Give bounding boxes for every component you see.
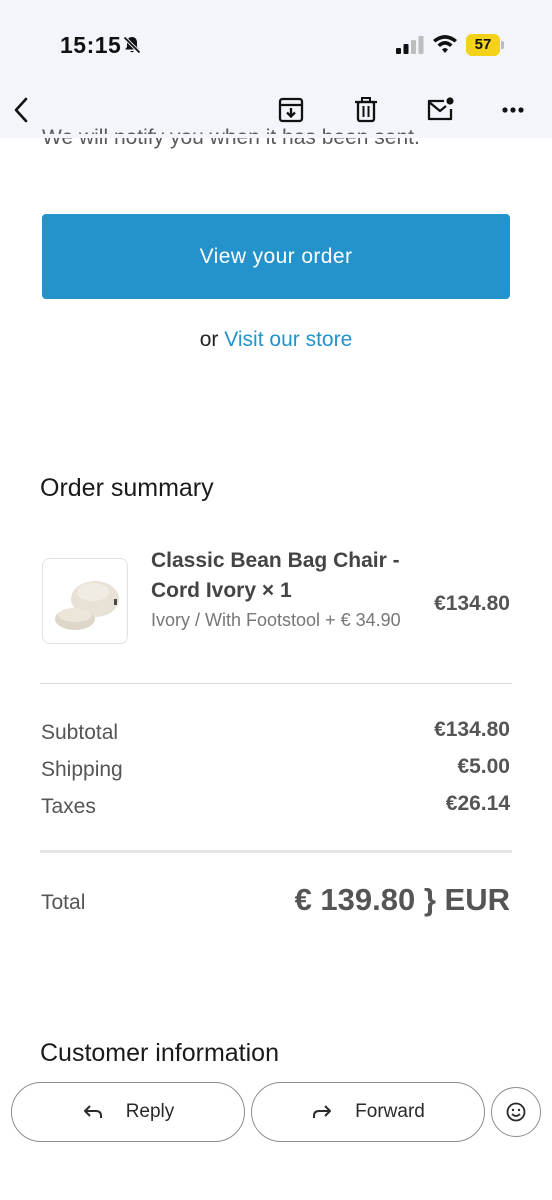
customer-information-title: Customer information	[40, 1039, 279, 1067]
status-time: 15:15	[60, 32, 122, 58]
shipping-value: €5.00	[457, 755, 510, 778]
emoji-reaction-button[interactable]	[491, 1087, 541, 1137]
visit-store-link[interactable]: Visit our store	[224, 328, 352, 351]
reply-button[interactable]: Reply	[11, 1082, 245, 1142]
forward-label: Forward	[355, 1101, 425, 1122]
more-button[interactable]	[493, 90, 533, 130]
total-label: Total	[41, 891, 86, 914]
toolbar-edge	[0, 134, 552, 138]
or-text: or	[199, 328, 219, 351]
forward-button[interactable]: Forward	[251, 1082, 485, 1142]
notify-text: We will notify you when it has been sent…	[42, 126, 420, 150]
visit-store-line: or Visit our store	[0, 328, 552, 352]
more-icon	[502, 107, 524, 113]
signal-icon	[396, 36, 424, 54]
status-bar: 15:15 57	[0, 0, 552, 82]
product-variant: Ivory / With Footstool + € 34.90	[151, 610, 401, 630]
reply-label: Reply	[125, 1101, 175, 1122]
wifi-icon	[433, 35, 457, 53]
view-order-button[interactable]: View your order	[42, 214, 510, 299]
subtotal-value: €134.80	[434, 718, 510, 741]
product-price: €134.80	[434, 592, 510, 615]
product-image[interactable]	[42, 558, 128, 644]
archive-icon	[278, 97, 304, 123]
total-value: € 139.80 } EUR	[294, 882, 510, 917]
forward-icon	[313, 1105, 332, 1118]
back-icon	[14, 97, 28, 123]
product-name: Classic Bean Bag Chair - Cord Ivory × 1	[151, 549, 400, 602]
taxes-label: Taxes	[41, 795, 96, 818]
bell-off-icon	[123, 36, 141, 54]
trash-icon	[355, 97, 377, 123]
back-button[interactable]	[2, 90, 42, 130]
divider	[40, 850, 512, 853]
order-summary-title: Order summary	[40, 474, 214, 502]
bean-bag-image	[43, 559, 127, 643]
divider	[40, 683, 512, 684]
archive-button[interactable]	[271, 90, 311, 130]
mark-unread-button[interactable]	[420, 90, 460, 130]
subtotal-label: Subtotal	[41, 721, 119, 744]
taxes-value: €26.14	[445, 792, 510, 815]
shipping-label: Shipping	[41, 758, 123, 781]
delete-button[interactable]	[346, 90, 386, 130]
reply-icon	[83, 1105, 102, 1118]
emoji-icon	[506, 1102, 526, 1122]
battery-level: 57	[474, 36, 492, 53]
mark-unread-icon	[427, 97, 454, 121]
battery-icon: 57	[466, 34, 504, 56]
